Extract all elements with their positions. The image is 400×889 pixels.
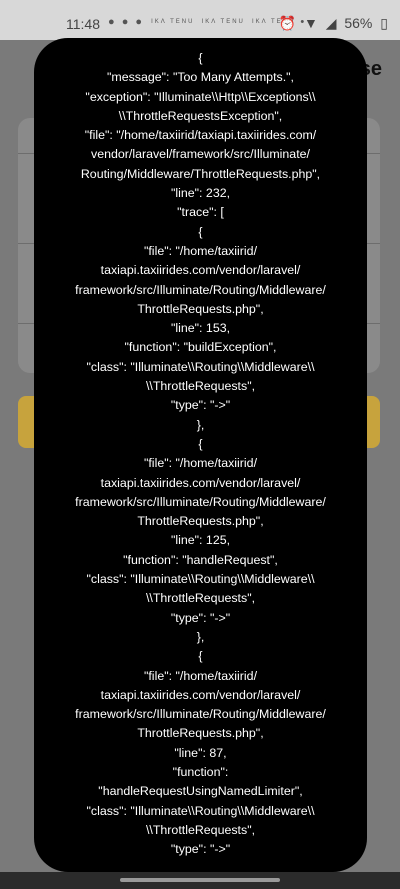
error-message-text: { "message": "Too Many Attempts.", "exce…: [75, 51, 326, 857]
status-time: 11:48: [66, 16, 100, 32]
phone-screen: 11:48 ● ● ● ΙΚΛ TENU ΙΚΛ TENU ΙΚΛ TENU •…: [0, 0, 400, 889]
alarm-icon: ⏰: [278, 15, 297, 31]
home-gesture-handle[interactable]: [120, 878, 280, 882]
app-badge-label: ΙΚΛ TENU: [151, 18, 195, 25]
battery-icon: ▯: [380, 15, 388, 31]
status-bar: 11:48 ● ● ● ΙΚΛ TENU ΙΚΛ TENU ΙΚΛ TENU •…: [0, 0, 400, 40]
chat-icon: ● ● ●: [108, 16, 145, 28]
system-indicators: ⏰ ▼ ◢ 56% ▯: [275, 15, 388, 32]
navigation-bar: [0, 872, 400, 889]
signal-icon: ◢: [325, 15, 337, 31]
battery-percentage: 56%: [344, 15, 373, 31]
error-dialog[interactable]: { "message": "Too Many Attempts.", "exce…: [34, 38, 367, 872]
app-badge-label: ΙΚΛ TENU: [201, 18, 245, 25]
wifi-icon: ▼: [303, 15, 318, 31]
